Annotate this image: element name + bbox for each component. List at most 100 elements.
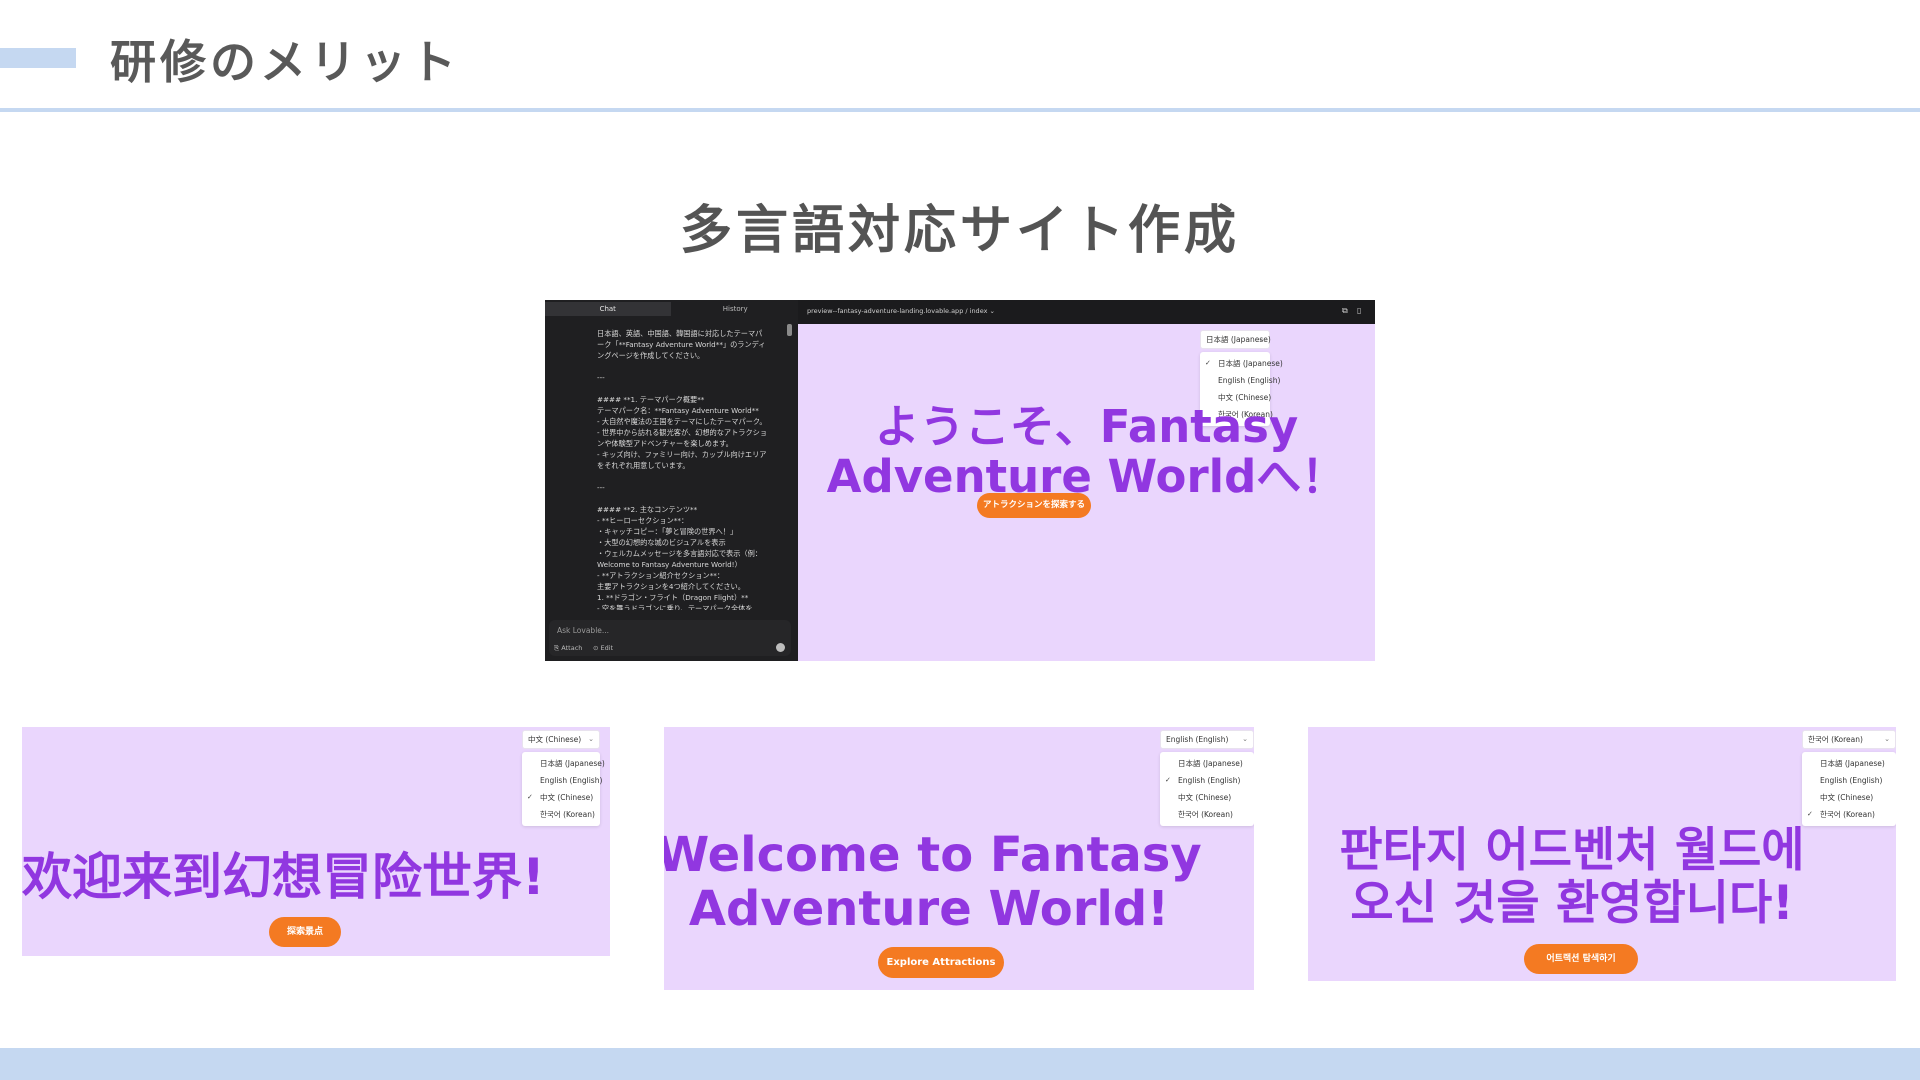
edit-button[interactable]: ⊙ Edit (593, 644, 613, 652)
chat-line: - **アトラクション紹介セクション**： (597, 571, 725, 580)
chat-line: ンや体験型アドベンチャーを楽しめます。 (597, 439, 733, 448)
footer-bar (0, 1048, 1920, 1080)
edit-icon: ⊙ (593, 644, 601, 652)
language-option-label: 日本語 (Japanese) (1178, 759, 1243, 768)
tab-chat[interactable]: Chat (545, 302, 671, 316)
chevron-down-icon: ⌄ (1242, 735, 1248, 743)
header-divider (0, 108, 1920, 112)
chat-scrollbar[interactable] (787, 324, 792, 336)
chat-line (597, 493, 783, 504)
slide-title: 研修のメリット (110, 35, 460, 89)
chat-line: Welcome to Fantasy Adventure World!） (597, 560, 742, 569)
language-option[interactable]: 한국어 (Korean) (1160, 806, 1254, 823)
language-option-label: English (English) (540, 776, 603, 785)
hero-line-2: Adventure World! (688, 880, 1170, 937)
language-option-label: English (English) (1218, 376, 1281, 385)
chat-line: - 空を舞うドラゴンに乗り、テーマパーク全体を (597, 604, 753, 610)
explore-attractions-button-zh[interactable]: 探索景点 (269, 917, 341, 947)
language-options: 日本語 (Japanese) English (English) ✓ 中文 (Chin… (522, 752, 605, 826)
checkmark-icon: ✓ (1807, 810, 1813, 818)
language-option-label: 中文 (Chinese) (1178, 793, 1232, 802)
slide-subtitle: 多言語対応サイト作成 (679, 201, 1240, 261)
hero-line-1: 欢迎来到幻想冒险世界! (22, 848, 545, 906)
hero-line-1: 판타지 어드벤처 월드에 (1339, 823, 1805, 878)
chat-line: ・キャッチコピー：「夢と冒険の世界へ！」 (597, 527, 738, 536)
language-options: 日本語 (Japanese) ✓ English (English) 中文 (Chin… (1160, 752, 1254, 826)
language-option[interactable]: ✓ 日本語 (Japanese) (1200, 355, 1283, 372)
chat-line: - キッズ向け、ファミリー向け、カップル向けエリア (597, 450, 767, 459)
chat-line: 主要アトラクションを4つ紹介してください。 (597, 582, 745, 591)
hero-title-ja: ようこそ、Fantasy Adventure Worldへ！ (798, 400, 1375, 503)
language-option[interactable]: English (English) (1200, 372, 1280, 389)
chat-line: をそれぞれ用意しています。 (597, 461, 690, 470)
chat-line: ーク「**Fantasy Adventure World**」のランディ (597, 340, 766, 349)
language-option-label: 한국어 (Korean) (1820, 810, 1875, 819)
language-option-label: English (English) (1820, 776, 1883, 785)
language-option-label: 中文 (Chinese) (1820, 793, 1874, 802)
hero-title-en: Welcome to Fantasy Adventure World! (664, 828, 1224, 937)
attach-button[interactable]: ⎘ Attach (554, 644, 582, 653)
chat-line: テーマパーク名：**Fantasy Adventure World** (597, 406, 759, 415)
language-option-label: 한국어 (Korean) (1178, 810, 1233, 819)
chat-line: #### **2. 主なコンテンツ** (597, 505, 698, 514)
editor-screenshot: Chat History 日本語、英語、中国語、韓国語に対応したテーマパ ーク「*… (545, 300, 1375, 661)
chat-line: #### **1. テーマパーク概要** (597, 395, 705, 404)
explore-attractions-button-ja[interactable]: アトラクションを探索する (977, 493, 1091, 518)
external-link-icon[interactable]: ⧉ (1342, 306, 1348, 316)
language-option[interactable]: 日本語 (Japanese) (1802, 755, 1896, 772)
language-select[interactable]: English (English) ⌄ (1160, 730, 1254, 749)
hero-title-zh: 欢迎来到幻想冒险世界! (22, 849, 610, 905)
chat-line: --- (597, 373, 605, 382)
hero-line-1: ようこそ、Fantasy (874, 400, 1299, 453)
language-option-label: 한국어 (Korean) (540, 810, 595, 819)
language-option[interactable]: 日本語 (Japanese) (522, 755, 605, 772)
language-option-label: English (English) (1178, 776, 1241, 785)
chat-line: 1. **ドラゴン・フライト（Dragon Flight）** (597, 593, 749, 602)
preview-zh: 中文 (Chinese) ⌄ 日本語 (Japanese) English (Eng… (22, 727, 610, 956)
preview-url[interactable]: preview--fantasy-adventure-landing.lovab… (807, 307, 995, 315)
checkmark-icon: ✓ (527, 793, 533, 801)
ask-input-box[interactable]: Ask Lovable... ⎘ Attach ⊙ Edit (549, 620, 791, 656)
chevron-down-icon: ⌄ (1258, 335, 1264, 343)
language-option[interactable]: English (English) (522, 772, 603, 789)
send-button[interactable] (776, 643, 785, 652)
chat-line: ・ウェルカムメッセージを多言語対応で表示（例： (597, 549, 762, 558)
language-option[interactable]: ✓ 한국어 (Korean) (1802, 806, 1896, 823)
mobile-view-icon[interactable]: ▯ (1357, 306, 1361, 315)
language-option[interactable]: ✓ 中文 (Chinese) (522, 789, 600, 806)
ask-input-placeholder: Ask Lovable... (557, 626, 610, 635)
hero-line-2: 오신 것을 환영합니다! (1350, 875, 1794, 931)
preview-ja: 日本語 (Japanese) ⌄ ✓ 日本語 (Japanese) English (… (798, 324, 1375, 661)
chat-line: ングページを作成してください。 (597, 351, 705, 360)
chevron-down-icon: ⌄ (1884, 735, 1890, 743)
language-select[interactable]: 中文 (Chinese) ⌄ (522, 730, 600, 749)
language-option[interactable]: English (English) (1802, 772, 1896, 789)
chat-line (597, 361, 783, 372)
preview-en: English (English) ⌄ 日本語 (Japanese) ✓ Englis… (664, 727, 1254, 990)
language-option-label: 日本語 (Japanese) (1218, 359, 1283, 368)
language-option[interactable]: ✓ English (English) (1160, 772, 1254, 789)
language-select[interactable]: 한국어 (Korean) ⌄ (1802, 730, 1896, 749)
tab-history[interactable]: History (673, 302, 799, 316)
checkmark-icon: ✓ (1205, 359, 1211, 367)
language-select[interactable]: 日本語 (Japanese) ⌄ (1200, 330, 1271, 349)
attach-label: Attach (561, 644, 583, 652)
checkmark-icon: ✓ (1165, 776, 1171, 784)
chat-panel: Chat History 日本語、英語、中国語、韓国語に対応したテーマパ ーク「*… (545, 300, 798, 661)
chat-line: - 世界中から訪れる観光客が、幻想的なアトラクショ (597, 428, 768, 437)
chat-line: ・大型の幻想的な城のビジュアルを表示 (597, 538, 726, 547)
language-option[interactable]: 中文 (Chinese) (1160, 789, 1254, 806)
explore-attractions-button-ko[interactable]: 어트랙션 탐색하기 (1524, 944, 1638, 974)
edit-label: Edit (600, 644, 614, 652)
explore-attractions-button-en[interactable]: Explore Attractions (878, 947, 1004, 978)
chat-message: 日本語、英語、中国語、韓国語に対応したテーマパ ーク「**Fantasy Adve… (597, 328, 783, 610)
chevron-down-icon: ⌄ (588, 735, 594, 743)
language-option[interactable]: 中文 (Chinese) (1802, 789, 1896, 806)
chat-line: - 大自然や魔法の王国をテーマにしたテーマパーク。 (597, 417, 767, 426)
language-option[interactable]: 日本語 (Japanese) (1160, 755, 1254, 772)
chat-line (597, 471, 783, 482)
header-accent-bar (0, 48, 76, 68)
chat-tabs: Chat History (545, 302, 798, 316)
language-options: 日本語 (Japanese) English (English) 中文 (Chine… (1802, 752, 1896, 826)
language-option[interactable]: 한국어 (Korean) (522, 806, 600, 823)
